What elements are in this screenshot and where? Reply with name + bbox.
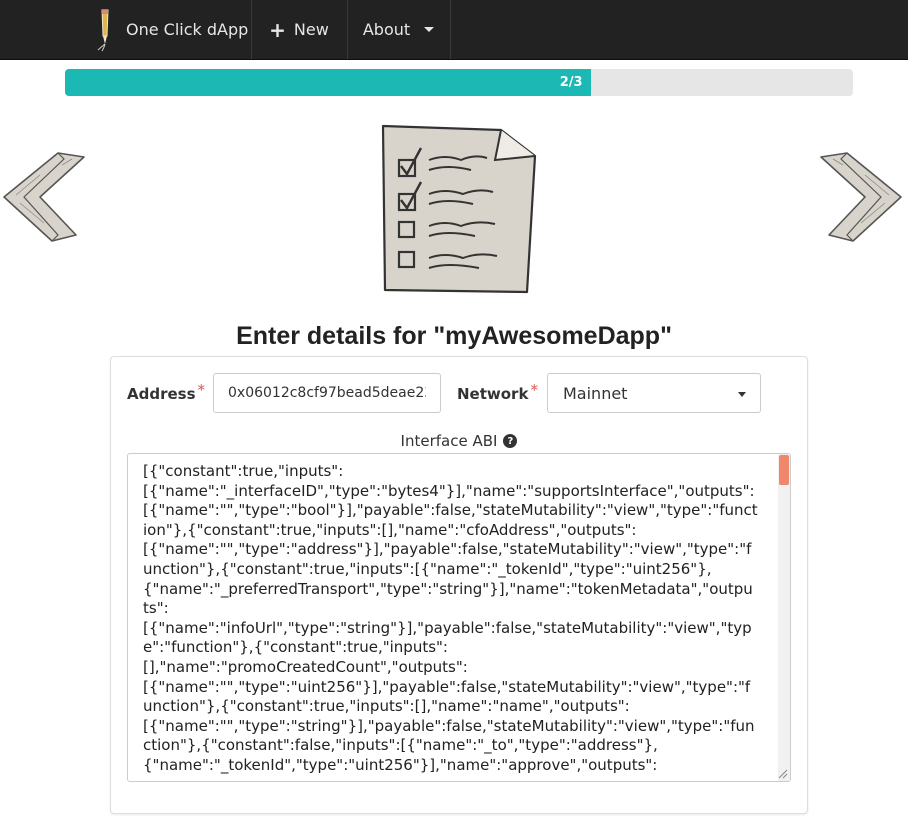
new-label: New (293, 20, 329, 39)
resize-handle-icon[interactable] (776, 767, 788, 779)
brand-name: One Click dApp (126, 20, 249, 39)
checklist-icon (381, 124, 537, 294)
caret-down-icon (424, 27, 435, 32)
new-button[interactable]: + New (251, 0, 348, 59)
address-label-text: Address (127, 385, 196, 403)
network-label: Network * (457, 381, 538, 403)
brand-link[interactable]: One Click dApp (80, 0, 252, 59)
page-title: Enter details for "myAwesomeDapp" (236, 322, 672, 350)
plus-icon: + (269, 17, 286, 42)
network-select[interactable]: Mainnet (547, 373, 761, 413)
previous-arrow-icon[interactable] (0, 145, 90, 245)
abi-scrollbar[interactable] (778, 454, 790, 781)
pencil-icon (97, 9, 109, 51)
network-label-text: Network (457, 385, 529, 403)
abi-scrollbar-thumb[interactable] (779, 455, 789, 485)
address-input[interactable] (213, 373, 441, 413)
abi-label: Interface ABI ? (111, 432, 807, 450)
help-icon[interactable]: ? (503, 434, 518, 448)
navbar: One Click dApp + New About (0, 0, 908, 60)
abi-label-text: Interface ABI (400, 432, 498, 450)
about-label: About (362, 20, 411, 39)
address-label: Address * (127, 381, 205, 403)
network-selected-value: Mainnet (563, 383, 628, 403)
caret-down-icon (738, 392, 746, 397)
required-marker: * (197, 381, 206, 399)
progress-bar-fill: 2/3 (65, 69, 591, 96)
wizard-progress: 2/3 (65, 69, 853, 96)
abi-textarea-content[interactable]: [{"constant":true,"inputs": [{"name":"_i… (143, 462, 765, 776)
progress-label: 2/3 (559, 75, 583, 90)
required-marker: * (530, 381, 538, 399)
abi-textarea[interactable]: [{"constant":true,"inputs": [{"name":"_i… (127, 453, 791, 782)
details-panel: Address* Network* Mainnet Interface ABI … (110, 356, 808, 814)
about-dropdown[interactable]: About (347, 0, 451, 59)
next-arrow-icon[interactable] (815, 145, 905, 245)
